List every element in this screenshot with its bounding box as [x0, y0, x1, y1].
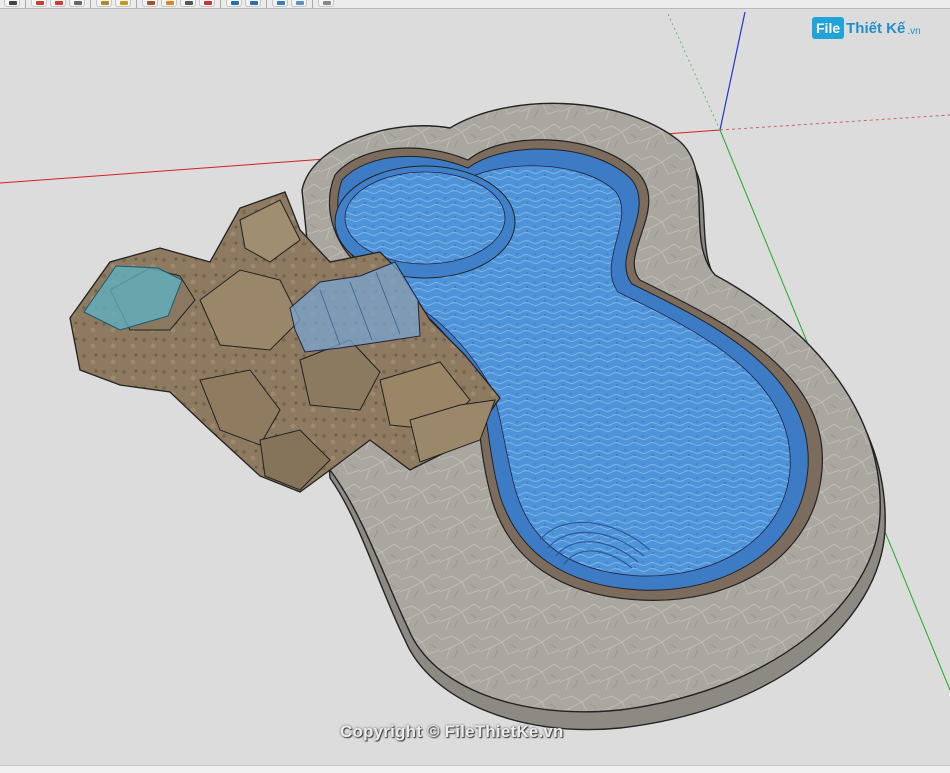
- toolbar-separator: [312, 0, 313, 8]
- select-tool-button[interactable]: [4, 0, 20, 7]
- pan-icon: [250, 1, 258, 5]
- toolbar-separator: [90, 0, 91, 8]
- move-icon: [166, 1, 174, 5]
- zoom-tool-button[interactable]: [272, 0, 288, 7]
- toolbar-separator: [220, 0, 221, 8]
- tape-measure-button[interactable]: [180, 0, 196, 7]
- toolbar-separator: [25, 0, 26, 8]
- pencil-icon: [101, 1, 109, 5]
- logo-mark: File: [812, 17, 845, 39]
- eraser-icon: [55, 1, 63, 5]
- model-viewport[interactable]: [0, 9, 950, 765]
- spa-tub-inner[interactable]: [344, 171, 506, 265]
- arc-icon: [120, 1, 128, 5]
- watermark-logo: File Thiết Kế .vn: [812, 14, 921, 42]
- tape-measure-icon: [185, 1, 193, 5]
- copyright-watermark: Copyright © FileThietKe.vn: [340, 722, 564, 741]
- push-pull-button[interactable]: [142, 0, 158, 7]
- green-axis-dashed: [667, 13, 721, 131]
- logo-word: Thiết Kế: [846, 19, 906, 37]
- orbit-icon: [231, 1, 239, 5]
- arc-tool-button[interactable]: [115, 0, 131, 7]
- walk-icon: [323, 1, 331, 5]
- zoom-extents-icon: [296, 1, 304, 5]
- paint-tool-button[interactable]: [31, 0, 47, 7]
- eraser-tool-button[interactable]: [50, 0, 66, 7]
- arrow-icon: [9, 1, 17, 5]
- make-component-button[interactable]: [69, 0, 85, 7]
- zoom-extents-button[interactable]: [291, 0, 307, 7]
- blue-axis-line: [719, 11, 746, 131]
- component-icon: [74, 1, 82, 5]
- logo-tld: .vn: [907, 25, 921, 37]
- paint-bucket-icon: [36, 1, 44, 5]
- walk-tool-button[interactable]: [318, 0, 334, 7]
- pan-tool-button[interactable]: [245, 0, 261, 7]
- red-axis-dashed: [719, 114, 950, 131]
- push-pull-icon: [147, 1, 155, 5]
- zoom-icon: [277, 1, 285, 5]
- pool-model-scene[interactable]: [0, 9, 950, 765]
- orbit-tool-button[interactable]: [226, 0, 242, 7]
- toolbar-separator: [136, 0, 137, 8]
- axes-tool-button[interactable]: [199, 0, 215, 7]
- move-tool-button[interactable]: [161, 0, 177, 7]
- axes-icon: [204, 1, 212, 5]
- toolbar: [0, 0, 950, 9]
- line-tool-button[interactable]: [96, 0, 112, 7]
- toolbar-separator: [266, 0, 267, 8]
